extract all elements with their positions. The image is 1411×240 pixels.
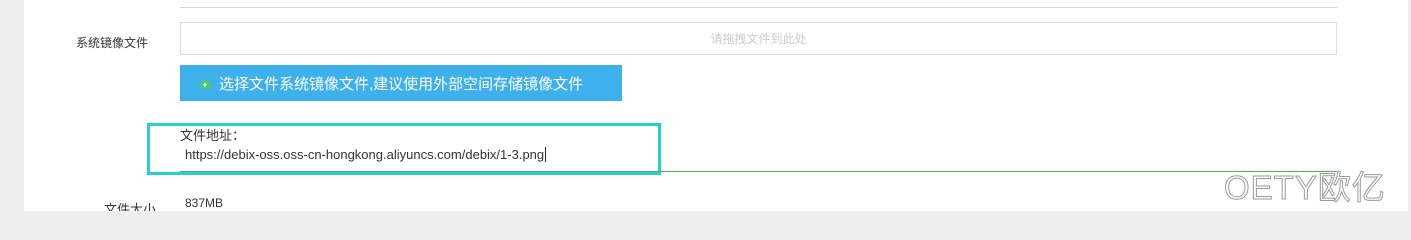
image-file-label: 系统镜像文件 [76, 36, 149, 50]
watermark: OETY欧亿 [1224, 169, 1386, 207]
top-divider [180, 7, 1337, 8]
select-image-file-button[interactable]: 选择文件系统镜像文件,建议使用外部空间存储镜像文件 [180, 65, 622, 101]
drop-zone-placeholder: 请拖拽文件到此处 [710, 32, 807, 46]
file-address-label: 文件地址： [180, 128, 246, 143]
file-address-field[interactable]: https://debix-oss.oss-cn-hongkong.aliyun… [185, 147, 547, 162]
file-size-value: 837MB [185, 196, 224, 210]
file-address-value: https://debix-oss.oss-cn-hongkong.aliyun… [185, 147, 545, 162]
file-size-label: 文件大小 [104, 202, 157, 211]
text-caret [545, 147, 547, 162]
form-panel: 系统镜像文件 请拖拽文件到此处 选择文件系统镜像文件,建议使用外部空间存储镜像文… [24, 0, 1408, 211]
file-drop-zone[interactable]: 请拖拽文件到此处 [180, 22, 1337, 55]
cloud-upload-icon [198, 79, 212, 89]
address-underline [180, 171, 1337, 172]
select-button-label: 选择文件系统镜像文件,建议使用外部空间存储镜像文件 [219, 75, 584, 93]
